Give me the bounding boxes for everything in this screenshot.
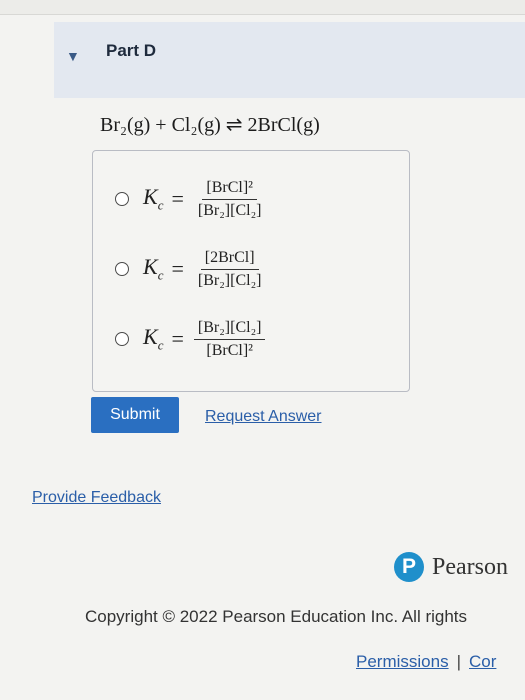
contact-link[interactable]: Cor [469, 652, 496, 671]
pearson-wordmark: Pearson [432, 553, 508, 580]
kc-symbol: Kc [143, 254, 164, 283]
pearson-p-icon: P [394, 552, 424, 582]
numerator: [BrCl]² [202, 179, 257, 200]
choice-option-2[interactable]: Kc = [2BrCl] [Br₂][Cl₂] [115, 239, 265, 299]
radio-button[interactable] [115, 262, 129, 276]
fraction: [Br₂][Cl₂] [BrCl]² [193, 319, 266, 360]
request-answer-link[interactable]: Request Answer [205, 408, 322, 426]
choice-option-1[interactable]: Kc = [BrCl]² [Br₂][Cl₂] [115, 169, 265, 229]
radio-button[interactable] [115, 332, 129, 346]
reaction-equation: Br₂(g) + Cl₂(g) ⇌ 2BrCl(g) [100, 114, 320, 136]
equals-sign: = [171, 256, 184, 281]
denominator: [Br₂][Cl₂] [197, 201, 262, 219]
copyright-text: Copyright © 2022 Pearson Education Inc. … [85, 607, 468, 626]
denominator: [BrCl]² [206, 341, 253, 359]
collapse-caret-icon[interactable]: ▼ [66, 48, 80, 64]
numerator: [Br₂][Cl₂] [193, 319, 266, 340]
denominator: [Br₂][Cl₂] [197, 271, 262, 289]
equals-sign: = [171, 326, 184, 351]
fraction: [2BrCl] [Br₂][Cl₂] [194, 249, 266, 290]
top-divider [0, 0, 525, 15]
equals-sign: = [171, 186, 184, 211]
part-header[interactable]: ▼ Part D [54, 22, 525, 98]
part-title: Part D [106, 41, 157, 60]
submit-button[interactable]: Submit [91, 397, 179, 433]
fraction: [BrCl]² [Br₂][Cl₂] [194, 179, 266, 220]
footer-links: Permissions | Cor [356, 652, 496, 672]
provide-feedback-link[interactable]: Provide Feedback [32, 489, 161, 507]
numerator: [2BrCl] [200, 249, 259, 270]
permissions-link[interactable]: Permissions [356, 652, 449, 671]
kc-symbol: Kc [143, 324, 164, 353]
footer-separator: | [456, 652, 462, 671]
radio-button[interactable] [115, 192, 129, 206]
kc-symbol: Kc [143, 184, 164, 213]
answer-choices: Kc = [BrCl]² [Br₂][Cl₂] Kc = [2BrCl] [Br… [92, 150, 410, 392]
choice-option-3[interactable]: Kc = [Br₂][Cl₂] [BrCl]² [115, 309, 266, 369]
pearson-logo: P Pearson [394, 552, 508, 582]
